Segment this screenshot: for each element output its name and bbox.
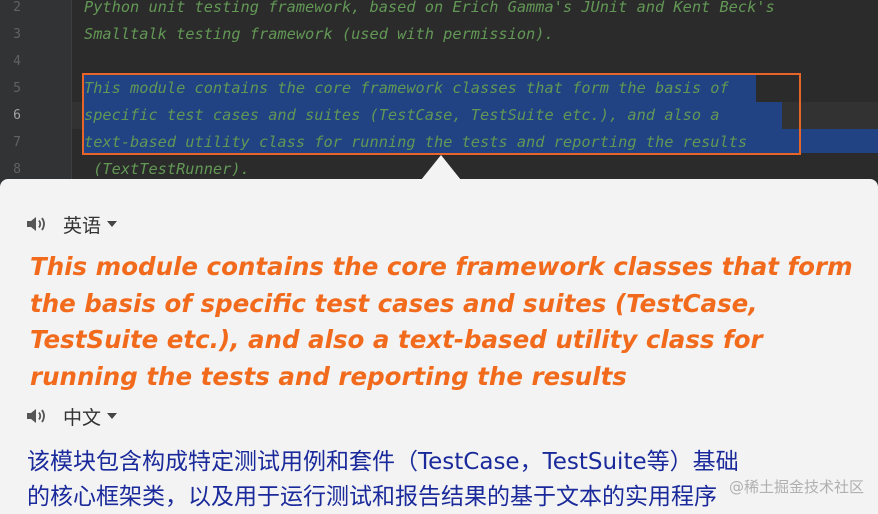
target-language-selector[interactable]: 中文: [63, 403, 101, 430]
speaker-icon[interactable]: [25, 214, 47, 234]
line-number-current: 6: [13, 108, 21, 123]
line-number: 4: [13, 54, 21, 69]
line-number: 2: [13, 0, 21, 15]
popup-pointer: [421, 155, 461, 180]
speaker-icon[interactable]: [25, 406, 47, 426]
chevron-down-icon[interactable]: [107, 413, 118, 419]
line-number: 3: [13, 27, 21, 42]
watermark: @稀土掘金技术社区: [728, 478, 864, 496]
source-language-row: 英语: [25, 210, 118, 238]
translated-line: 该模块包含构成特定测试用例和套件（TestCase，TestSuite等）基础: [27, 449, 739, 475]
code-line[interactable]: Python unit testing framework, based on …: [84, 0, 775, 21]
source-text: This module contains the core framework …: [30, 252, 853, 391]
selection-outline: [82, 73, 801, 155]
source-language-selector[interactable]: 英语: [63, 211, 101, 238]
line-number-gutter: 2 3 4 5 6 7 8: [0, 0, 72, 185]
chevron-down-icon[interactable]: [107, 221, 118, 227]
line-number: 7: [13, 135, 21, 150]
line-number: 5: [13, 81, 21, 96]
target-language-row: 中文: [25, 402, 118, 430]
code-line[interactable]: Smalltalk testing framework (used with p…: [84, 21, 554, 48]
